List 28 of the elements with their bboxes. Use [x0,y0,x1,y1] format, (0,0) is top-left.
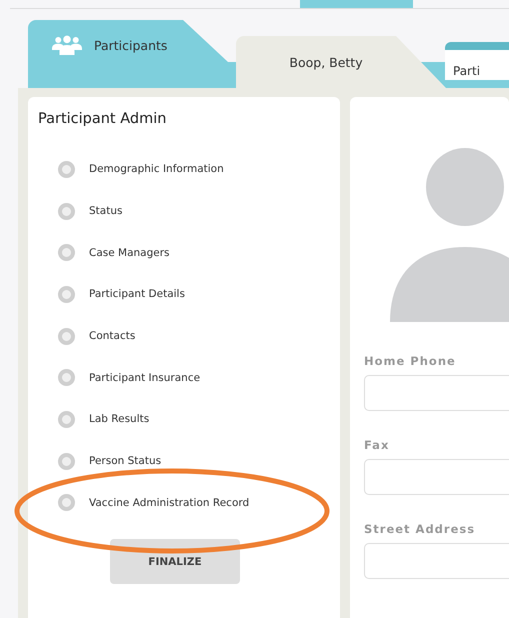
admin-menu-item[interactable]: Status [58,200,122,222]
admin-menu-item[interactable]: Participant Details [58,284,185,305]
tab[interactable]: Boop, Betty [236,36,446,88]
radio-icon [58,328,75,345]
radio-icon [58,160,75,178]
radio-icon [58,202,75,220]
input-field[interactable] [364,375,509,411]
field-label: Street Address [364,522,476,536]
admin-menu-item[interactable]: Case Managers [58,242,170,264]
admin-menu-item[interactable]: Contacts [58,326,136,346]
people-icon [52,35,82,55]
radio-icon [58,244,75,262]
input-field[interactable] [364,459,509,495]
tab[interactable]: Parti [445,42,509,80]
field-label: Home Phone [364,354,457,368]
radio-icon [58,410,75,428]
admin-menu-item[interactable]: Demographic Information [58,159,224,180]
admin-menu-item[interactable]: Participant Insurance [58,367,200,388]
radio-icon [58,369,75,386]
input-field[interactable] [364,543,509,579]
field-label: Fax [364,438,390,452]
admin-menu-item[interactable]: Vaccine Administration Record [58,492,250,514]
admin-menu-item[interactable]: Person Status [58,450,162,472]
admin-menu-item[interactable]: Lab Results [58,409,150,430]
radio-icon [58,452,75,470]
radio-icon [58,494,75,512]
panel-title: Participant Admin [38,111,168,129]
radio-icon [58,286,75,303]
